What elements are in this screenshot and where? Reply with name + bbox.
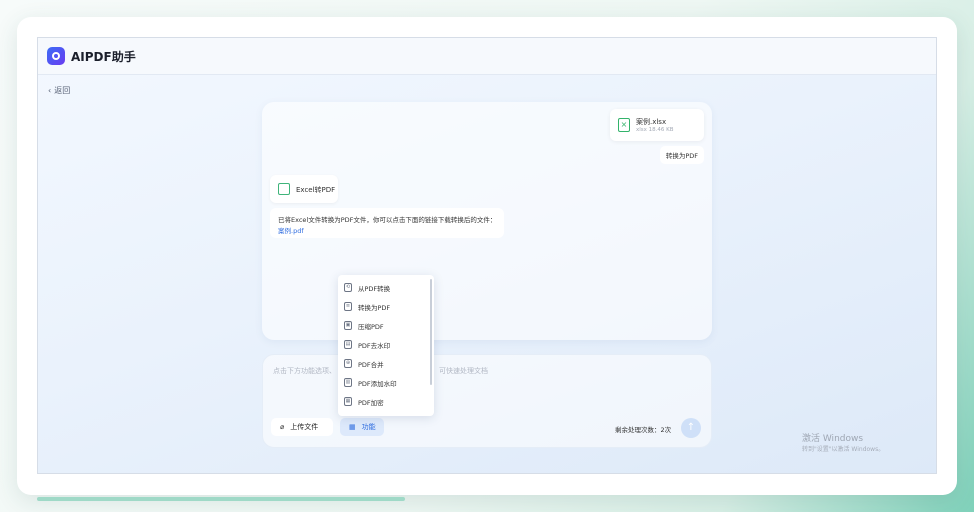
menu-item-remove-watermark[interactable]: ▤ PDF去水印 (338, 335, 428, 354)
download-link[interactable]: 案例.pdf (278, 225, 304, 235)
encrypt-icon: ▦ (344, 397, 352, 406)
menu-item-label: 压缩PDF (358, 322, 384, 331)
reply-text: 已将Excel文件转换为PDF文件，你可以点击下面的链接下载转换后的文件： (278, 216, 497, 224)
back-label: 返回 (54, 86, 71, 95)
grid-icon: ▦ (349, 423, 356, 431)
menu-item-merge[interactable]: ⊕ PDF合并 (338, 354, 428, 373)
compress-icon: ▣ (344, 321, 352, 330)
menu-item-label: PDF去水印 (358, 341, 391, 350)
excel-to-pdf-icon (278, 183, 290, 195)
os-activation-title: 激活 Windows (802, 434, 864, 444)
assistant-reply: 已将Excel文件转换为PDF文件，你可以点击下面的链接下载转换后的文件： 案例… (270, 208, 504, 238)
menu-item-add-watermark[interactable]: ▥ PDF添加水印 (338, 373, 428, 392)
function-button[interactable]: ▦ 功能 (340, 418, 384, 436)
merge-icon: ⊕ (344, 359, 352, 368)
user-message: 转换为PDF (659, 146, 704, 164)
function-menu: ⟲ 从PDF转换 ≡ 转换为PDF ▣ 压缩PDF ▤ PDF去水印 ⊕ PDF… (338, 275, 434, 416)
os-activation-hint: 转到"设置"以激活 Windows。 (802, 446, 885, 453)
app-title: AIPDF助手 (71, 50, 136, 64)
app-header: AIPDF助手 (38, 38, 936, 75)
convert-to-icon: ≡ (344, 302, 352, 311)
app-logo-icon (47, 47, 65, 65)
menu-item-from-pdf[interactable]: ⟲ 从PDF转换 (338, 278, 428, 297)
convert-from-icon: ⟲ (344, 283, 352, 292)
chat-panel: × 案例.xlsx xlsx 18.46 KB 转换为PDF Excel转PDF… (262, 102, 712, 340)
file-meta: xlsx 18.46 KB (636, 127, 674, 133)
menu-item-label: PDF合并 (358, 360, 384, 369)
upload-label: 上传文件 (290, 423, 319, 431)
menu-item-label: PDF加密 (358, 398, 384, 407)
file-name: 案例.xlsx (636, 118, 667, 126)
chevron-left-icon: ‹ (48, 86, 52, 95)
paperclip-icon: ⌀ (280, 423, 285, 431)
input-placeholder-right: 可快速处理文档 (439, 367, 488, 375)
input-area[interactable]: 点击下方功能选项、 可快速处理文档 ⌀ 上传文件 ▦ 功能 剩余处理次数：2次 … (262, 354, 712, 448)
menu-item-label: PDF添加水印 (358, 379, 397, 388)
menu-item-label: 从PDF转换 (358, 284, 391, 293)
arrow-up-icon: ↑ (686, 422, 696, 433)
tool-card: Excel转PDF (270, 175, 338, 203)
menu-item-compress[interactable]: ▣ 压缩PDF (338, 316, 428, 335)
tool-name: Excel转PDF (296, 186, 336, 194)
file-card[interactable]: × 案例.xlsx xlsx 18.46 KB (610, 109, 704, 141)
remaining-count: 剩余处理次数：2次 (615, 426, 672, 434)
remove-watermark-icon: ▤ (344, 340, 352, 349)
app-window: AIPDF助手 ‹ 返回 × 案例.xlsx xlsx 18.46 KB 转换为… (37, 37, 937, 474)
upload-file-button[interactable]: ⌀ 上传文件 (271, 418, 333, 436)
scroll-indicator (37, 497, 405, 501)
menu-item-label: 转换为PDF (358, 303, 391, 312)
menu-item-encrypt[interactable]: ▦ PDF加密 (338, 392, 428, 411)
back-link[interactable]: ‹ 返回 (48, 85, 70, 96)
input-placeholder-left: 点击下方功能选项、 (273, 367, 336, 375)
menu-scrollbar[interactable] (430, 279, 432, 385)
add-watermark-icon: ▥ (344, 378, 352, 387)
excel-file-icon: × (618, 118, 630, 132)
send-button[interactable]: ↑ (681, 418, 701, 438)
menu-item-to-pdf[interactable]: ≡ 转换为PDF (338, 297, 428, 316)
function-label: 功能 (361, 423, 376, 431)
